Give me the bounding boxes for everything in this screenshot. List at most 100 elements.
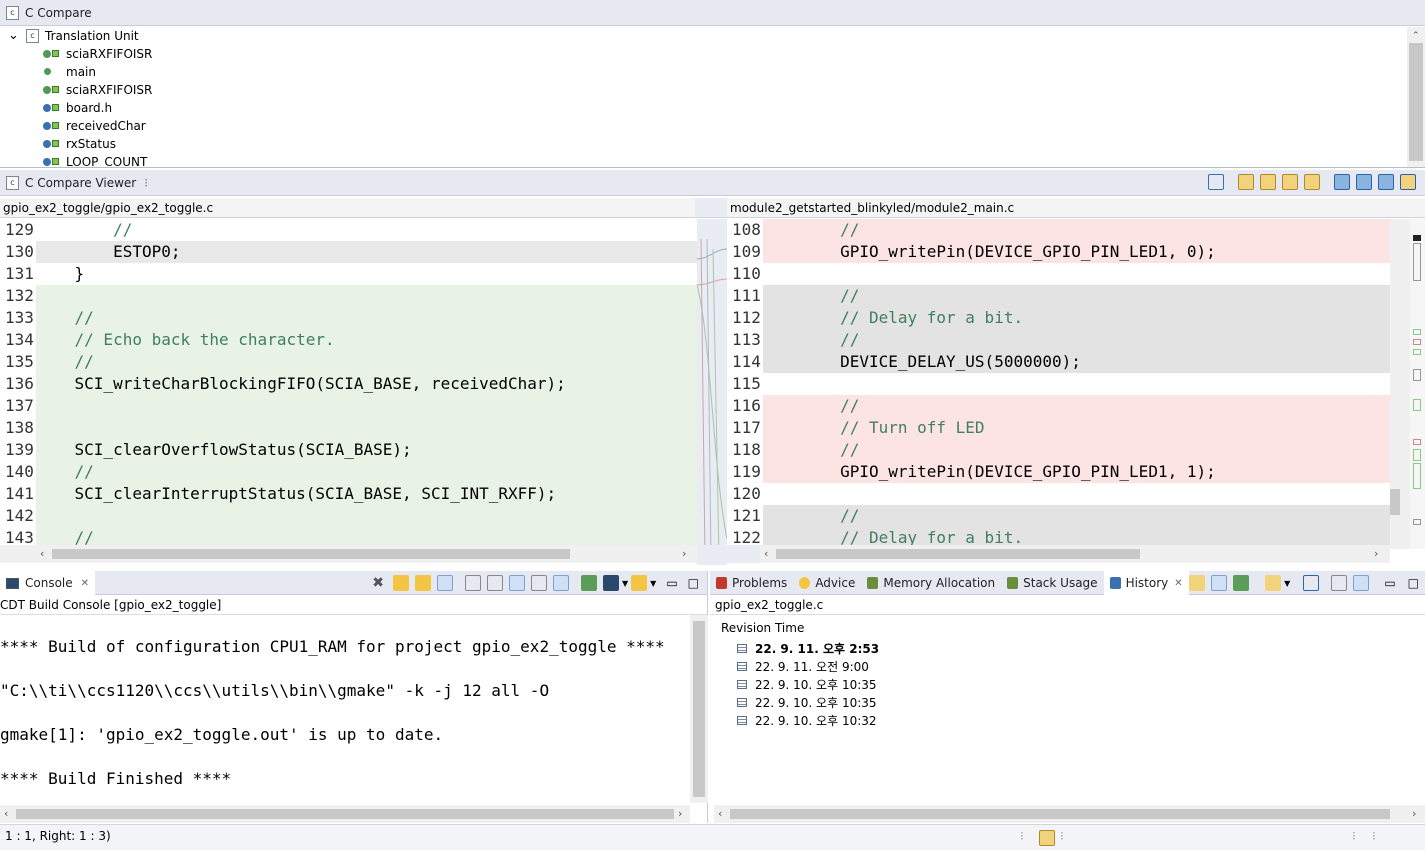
chevron-down-icon[interactable]: ▼ xyxy=(650,579,656,588)
console-tab-bar: Console ✕ ✖ ▼ ▼ ▭ □ xyxy=(0,571,707,595)
right-scroll-thumb[interactable] xyxy=(1390,489,1400,515)
revision-time: 22. 9. 11. 오전 9:00 xyxy=(755,659,869,674)
tab-stack-usage[interactable]: Stack Usage xyxy=(1001,571,1103,595)
tree-vertical-scrollbar[interactable]: ⌃ xyxy=(1407,27,1425,167)
scroll-left-icon[interactable]: ‹ xyxy=(40,547,44,560)
pin-history-icon[interactable] xyxy=(1233,575,1250,591)
code-text: SCI_clearOverflowStatus(SCIA_BASE); xyxy=(36,440,412,459)
scroll-up-icon[interactable] xyxy=(415,575,431,591)
tab-advice[interactable]: Advice xyxy=(793,571,861,595)
tree-item[interactable]: rxStatus xyxy=(0,135,1407,153)
tree-item[interactable]: sciaRXFIFOISR xyxy=(0,45,1407,63)
right-code-pane[interactable]: 108 //109 GPIO_writePin(DEVICE_GPIO_PIN_… xyxy=(727,219,1390,549)
tab-history[interactable]: History ✕ xyxy=(1103,571,1189,595)
scroll-down-icon[interactable] xyxy=(393,575,409,591)
next-difference-icon[interactable] xyxy=(1334,174,1350,190)
maximize-icon[interactable]: □ xyxy=(688,576,699,590)
stack-icon xyxy=(1007,577,1019,589)
ignore-whitespace-icon[interactable] xyxy=(1208,174,1224,190)
console-subtitle: CDT Build Console [gpio_ex2_toggle] xyxy=(0,595,707,615)
right-code-line: 114 DEVICE_DELAY_US(5000000); xyxy=(727,351,1390,373)
tree-item[interactable]: receivedChar xyxy=(0,117,1407,135)
clear-console-icon[interactable] xyxy=(465,575,481,591)
scroll-left-icon[interactable]: ‹ xyxy=(718,807,722,820)
scroll-right-icon[interactable]: › xyxy=(682,547,686,560)
right-vertical-scrollbar[interactable] xyxy=(1390,219,1410,549)
console-tab[interactable]: Console ✕ xyxy=(0,571,96,595)
pin-console-icon[interactable] xyxy=(553,575,569,591)
background-task-icon[interactable] xyxy=(1039,830,1055,846)
compare-viewer: c C Compare Viewer ⁝ gpio_ex2_toggle/gpi… xyxy=(0,170,1425,565)
tree-item[interactable]: board.h xyxy=(0,99,1407,117)
tree-item[interactable]: LOOP_COUNT xyxy=(0,153,1407,167)
right-code-line: 117 // Turn off LED xyxy=(727,417,1390,439)
scroll-left-icon[interactable]: ‹ xyxy=(764,547,768,560)
remove-launches-icon[interactable]: ✖ xyxy=(372,575,384,591)
open-console-icon[interactable] xyxy=(631,575,648,591)
show-on-output-icon[interactable] xyxy=(531,575,547,591)
history-hscroll-thumb[interactable] xyxy=(730,809,1390,819)
line-number: 110 xyxy=(727,263,763,285)
revision-row[interactable]: 22. 9. 10. 오후 10:35 xyxy=(710,675,1425,693)
console-vertical-scrollbar[interactable] xyxy=(690,615,708,803)
more-options-icon[interactable]: ⁝ xyxy=(144,176,148,190)
console-horizontal-scrollbar[interactable]: ‹ › xyxy=(0,805,690,823)
tree-item[interactable]: sciaRXFIFOISR xyxy=(0,81,1407,99)
maximize-icon[interactable]: □ xyxy=(1408,576,1419,590)
console-output[interactable]: **** Build of configuration CPU1_RAM for… xyxy=(0,625,690,803)
minimize-icon[interactable]: ▭ xyxy=(666,576,677,590)
layout-icon[interactable] xyxy=(1353,575,1370,591)
copy-all-left-to-right-icon[interactable] xyxy=(1238,174,1254,190)
tab-problems[interactable]: Problems xyxy=(710,571,793,595)
scroll-up-icon[interactable]: ⌃ xyxy=(1412,31,1420,41)
chevron-down-icon[interactable]: ▼ xyxy=(622,579,628,588)
scroll-left-icon[interactable]: ‹ xyxy=(4,807,8,820)
chevron-down-icon[interactable]: ▼ xyxy=(1284,579,1290,588)
scroll-right-icon[interactable]: › xyxy=(1412,807,1416,820)
new-console-icon[interactable] xyxy=(581,575,597,591)
tree-item-label: LOOP_COUNT xyxy=(66,155,148,167)
word-wrap-icon[interactable] xyxy=(509,575,525,591)
tree-scroll-thumb[interactable] xyxy=(1409,43,1423,161)
close-icon[interactable]: ✕ xyxy=(81,578,89,589)
display-console-icon[interactable] xyxy=(603,575,619,591)
link-icon[interactable] xyxy=(437,575,453,591)
revision-row[interactable]: 22. 9. 11. 오후 2:53 xyxy=(710,639,1425,657)
left-horizontal-scrollbar[interactable]: ‹ › xyxy=(0,545,697,563)
revision-row[interactable]: 22. 9. 10. 오후 10:32 xyxy=(710,711,1425,729)
tab-memory-allocation[interactable]: Memory Allocation xyxy=(861,571,1001,595)
link-with-editor-icon[interactable] xyxy=(1211,575,1228,591)
revision-row[interactable]: 22. 9. 11. 오전 9:00 xyxy=(710,657,1425,675)
chevron-down-icon[interactable]: ⌄ xyxy=(8,29,26,42)
tree-item[interactable]: main xyxy=(0,63,1407,81)
copy-all-right-to-left-icon[interactable] xyxy=(1282,174,1298,190)
compare-mode-icon[interactable] xyxy=(1265,575,1282,591)
close-icon[interactable]: ✕ xyxy=(1174,578,1182,589)
history-horizontal-scrollbar[interactable]: ‹ › xyxy=(714,805,1425,823)
left-code-line: 131 } xyxy=(0,263,697,285)
refresh-icon[interactable] xyxy=(1189,575,1206,591)
group-by-icon[interactable] xyxy=(1303,575,1320,591)
right-hscroll-thumb[interactable] xyxy=(776,549,1140,559)
code-text: ESTOP0; xyxy=(36,242,181,261)
revision-icon xyxy=(737,679,747,689)
viewer-bottom-gutter xyxy=(697,545,760,563)
left-code-pane[interactable]: 129 //130 ESTOP0; 131 } 132 133 //134 // Ec… xyxy=(0,219,697,549)
right-horizontal-scrollbar[interactable]: ‹ › xyxy=(760,545,1390,563)
console-hscroll-thumb[interactable] xyxy=(16,809,674,819)
next-change-icon[interactable] xyxy=(1378,174,1394,190)
tree-item[interactable]: ⌄ c Translation Unit xyxy=(0,27,1407,45)
console-scroll-thumb[interactable] xyxy=(693,621,705,797)
revision-row[interactable]: 22. 9. 10. 오후 10:35 xyxy=(710,693,1425,711)
scroll-right-icon[interactable]: › xyxy=(1374,547,1378,560)
scroll-right-icon[interactable]: › xyxy=(678,807,682,820)
previous-difference-icon[interactable] xyxy=(1356,174,1372,190)
minimize-icon[interactable]: ▭ xyxy=(1384,576,1395,590)
collapse-icon[interactable] xyxy=(1331,575,1348,591)
left-hscroll-thumb[interactable] xyxy=(52,549,570,559)
copy-current-left-to-right-icon[interactable] xyxy=(1260,174,1276,190)
revision-time-header[interactable]: Revision Time xyxy=(710,617,1425,639)
previous-change-icon[interactable] xyxy=(1400,174,1416,190)
copy-current-right-to-left-icon[interactable] xyxy=(1304,174,1320,190)
scroll-lock-icon[interactable] xyxy=(487,575,503,591)
